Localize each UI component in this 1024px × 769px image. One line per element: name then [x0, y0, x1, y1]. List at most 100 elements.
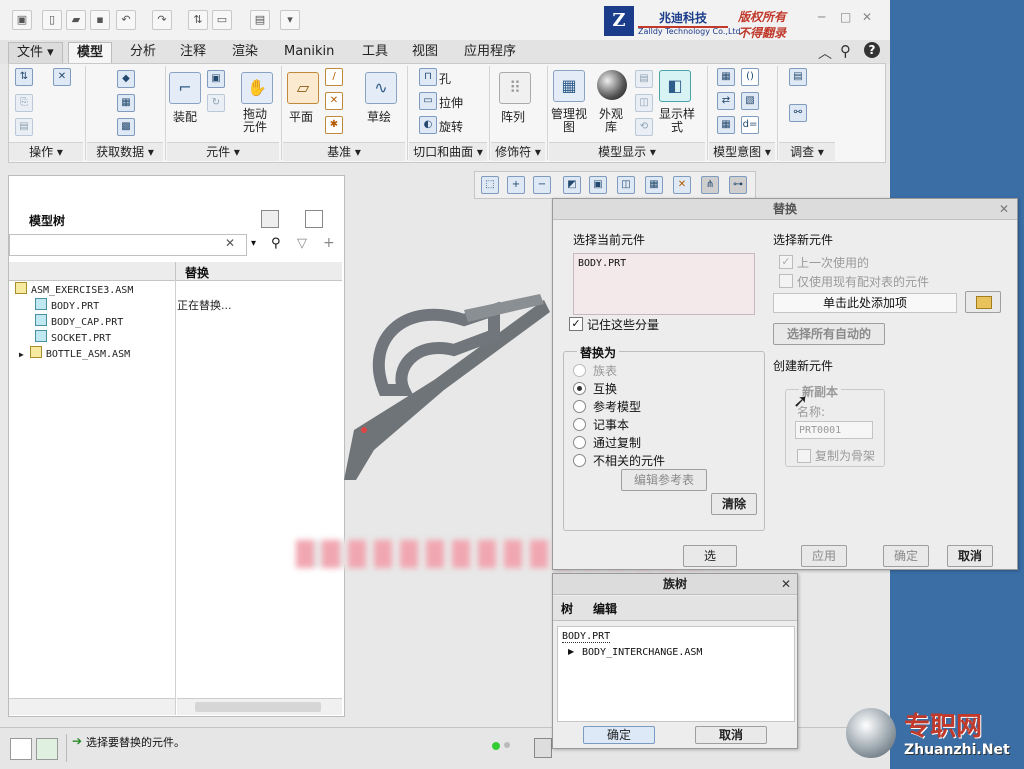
group-component[interactable]: 元件 ▾ — [167, 142, 279, 161]
add-column-icon[interactable]: + — [323, 235, 335, 251]
family-ok-button[interactable]: 确定 — [583, 726, 655, 744]
assemble-icon[interactable]: ⌐ — [169, 72, 201, 104]
tree-row[interactable]: ASM_EXERCISE3.ASM — [15, 282, 133, 298]
expand-icon[interactable]: ▶ — [568, 647, 574, 656]
create-component-icon[interactable]: ▣ — [207, 70, 225, 88]
family-table-icon[interactable]: ▧ — [741, 92, 759, 110]
show-navigator-icon[interactable] — [10, 738, 32, 760]
redo-icon[interactable]: ↷ — [152, 10, 172, 30]
tab-view[interactable]: 视图 — [404, 42, 446, 62]
option-by-copy-radio[interactable] — [573, 436, 586, 449]
extrude-icon[interactable]: ▭ — [419, 92, 437, 110]
tree-settings-icon[interactable] — [261, 210, 279, 228]
copy-geometry-icon[interactable]: ▦ — [117, 94, 135, 112]
close-icon[interactable]: ✕ — [781, 577, 791, 591]
display-style-icon[interactable]: ▣ — [589, 176, 607, 194]
save-icon[interactable]: ▪ — [90, 10, 110, 30]
hole-icon[interactable]: ⊓ — [419, 68, 437, 86]
group-investigate[interactable]: 调查 ▾ — [779, 142, 835, 161]
option-notebook-radio[interactable] — [573, 418, 586, 431]
reference-viewer-icon[interactable]: ⚯ — [789, 104, 807, 122]
zoom-out-icon[interactable]: − — [533, 176, 551, 194]
coordinate-system-icon[interactable]: ✱ — [325, 116, 343, 134]
close-icon[interactable]: ✕ — [999, 202, 1009, 216]
appearance-gallery-icon[interactable] — [597, 70, 627, 100]
revolve-button[interactable]: 旋转 — [439, 118, 463, 135]
scrollbar-thumb[interactable] — [195, 702, 321, 712]
option-reference-model-radio[interactable] — [573, 400, 586, 413]
repaint-icon[interactable]: ◩ — [563, 176, 581, 194]
tree-row[interactable]: SOCKET.PRT — [35, 330, 111, 346]
group-datum[interactable]: 基准 ▾ — [283, 142, 405, 161]
group-model-intent[interactable]: 模型意图 ▾ — [709, 142, 775, 161]
find-icon[interactable] — [534, 738, 552, 758]
search-icon[interactable]: ⚲ — [840, 42, 851, 60]
saved-views-icon[interactable]: ◫ — [617, 176, 635, 194]
point-icon[interactable]: ✕ — [325, 92, 343, 110]
help-icon[interactable]: ? — [864, 42, 880, 58]
tab-analysis[interactable]: 分析 — [122, 42, 164, 62]
datum-display-icon[interactable]: ✕ — [673, 176, 691, 194]
tree-row[interactable]: ▶ BOTTLE_ASM.ASM — [19, 346, 130, 362]
pattern-button[interactable]: 阵列 — [501, 108, 525, 125]
new-name-input[interactable]: PRT0001 — [795, 421, 873, 439]
clear-button[interactable]: 清除 — [711, 493, 757, 515]
hole-button[interactable]: 孔 — [439, 70, 451, 87]
repeat-icon[interactable]: ↻ — [207, 94, 225, 112]
delete-icon[interactable]: ✕ — [53, 68, 71, 86]
tree-row[interactable]: BODY.PRT — [35, 298, 99, 314]
undo-icon[interactable]: ↶ — [116, 10, 136, 30]
list-item[interactable]: BODY_INTERCHANGE.ASM — [582, 647, 702, 658]
group-operations[interactable]: 操作 ▾ — [9, 142, 83, 161]
drag-components-icon[interactable]: ✋ — [241, 72, 273, 104]
group-cuts-surfaces[interactable]: 切口和曲面 ▾ — [409, 142, 487, 161]
open-icon[interactable]: ▰ — [66, 10, 86, 30]
maximize-icon[interactable]: □ — [840, 10, 851, 24]
ok-button[interactable]: 确定 — [883, 545, 929, 567]
sketch-button[interactable]: 草绘 — [367, 108, 391, 125]
copy-icon[interactable]: ⎘ — [15, 94, 33, 112]
option-interchange-radio[interactable] — [573, 382, 586, 395]
current-component-item[interactable]: BODY.PRT — [578, 258, 626, 269]
assemble-button[interactable]: 装配 — [173, 108, 197, 125]
tab-file[interactable]: 文件 ▾ — [8, 42, 63, 64]
find-icon[interactable]: ⚲ — [271, 236, 281, 251]
section-icon[interactable]: ▤ — [635, 70, 653, 88]
switch-dimensions-icon[interactable]: ⇄ — [717, 92, 735, 110]
spin-center-icon[interactable]: ⊶ — [729, 176, 747, 194]
shrinkwrap-icon[interactable]: ▩ — [117, 118, 135, 136]
option-unrelated-radio[interactable] — [573, 454, 586, 467]
tree-search-input[interactable] — [9, 234, 247, 256]
table-icon[interactable]: ▦ — [717, 116, 735, 134]
current-component-list[interactable]: BODY.PRT — [573, 253, 755, 315]
horizontal-scrollbar[interactable] — [177, 698, 342, 715]
last-used-checkbox[interactable]: ✓ — [779, 255, 793, 269]
d-equals-icon[interactable]: d= — [741, 116, 759, 134]
replace-column-header[interactable]: 替换 — [185, 264, 209, 281]
plane-button[interactable]: 平面 — [289, 108, 313, 125]
refit-icon[interactable]: ⬚ — [481, 176, 499, 194]
revolve-icon[interactable]: ◐ — [419, 116, 437, 134]
display-style-button[interactable]: 显示样 式 — [659, 108, 695, 134]
extrude-button[interactable]: 拉伸 — [439, 94, 463, 111]
tab-tools[interactable]: 工具 — [354, 42, 396, 62]
show-browser-icon[interactable] — [36, 738, 58, 760]
windows-icon[interactable]: ▭ — [212, 10, 232, 30]
horizontal-scrollbar[interactable] — [9, 698, 175, 715]
user-defined-feature-icon[interactable]: ◆ — [117, 70, 135, 88]
remember-checkbox[interactable]: ✓ — [569, 317, 583, 331]
pattern-icon[interactable]: ⠿ — [499, 72, 531, 104]
family-cancel-button[interactable]: 取消 — [695, 726, 767, 744]
add-item-field[interactable]: 单击此处添加项 — [773, 293, 957, 313]
regenerate-icon[interactable]: ⇅ — [188, 10, 208, 30]
tab-model[interactable]: 模型 — [68, 42, 113, 63]
collapse-ribbon-icon[interactable]: ︿ — [818, 43, 832, 63]
group-modifiers[interactable]: 修饰符 ▾ — [491, 142, 545, 161]
paste-icon[interactable]: ▤ — [15, 118, 33, 136]
partial-hidden-button[interactable]: 选 — [683, 545, 737, 567]
axis-icon[interactable]: / — [325, 68, 343, 86]
group-model-display[interactable]: 模型显示 ▾ — [549, 142, 705, 161]
list-item[interactable]: BODY.PRT — [562, 631, 611, 643]
copy-as-skeleton-checkbox[interactable] — [797, 449, 811, 463]
expand-icon[interactable]: ▶ — [19, 350, 24, 359]
